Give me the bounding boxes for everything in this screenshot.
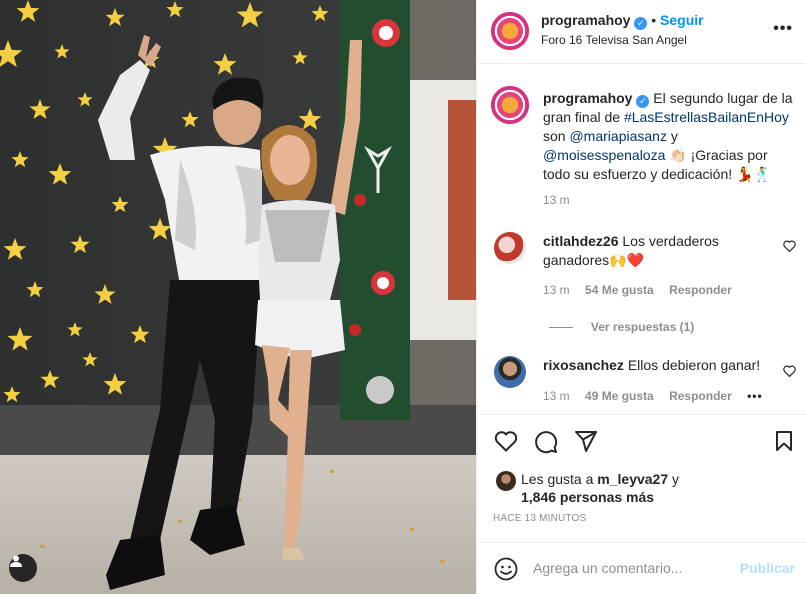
caption-text: y (670, 128, 678, 144)
view-replies-label: Ver respuestas (1) (590, 320, 695, 334)
header-user-row: programahoy ✓ • Seguir (541, 12, 704, 30)
bookmark-icon[interactable] (775, 430, 793, 452)
like-heart-icon[interactable] (494, 430, 518, 452)
comment-likes[interactable]: 54 Me gusta (585, 283, 654, 297)
post-time-ago[interactable]: HACE 13 MINUTOS (493, 513, 586, 524)
publish-button[interactable]: Publicar (740, 560, 795, 576)
comment-meta: 13 m 54 Me gusta Responder (543, 283, 732, 297)
comment-time[interactable]: 13 m (543, 389, 570, 403)
view-replies-button[interactable]: Ver respuestas (1) (549, 318, 694, 334)
dancers-photo (0, 0, 476, 594)
follow-button[interactable]: Seguir (660, 12, 704, 28)
avatar[interactable] (491, 12, 529, 50)
comment-input[interactable] (533, 560, 723, 576)
caption-username[interactable]: programahoy (543, 90, 632, 106)
liker-avatar[interactable] (496, 471, 516, 491)
caption-text: son (543, 128, 566, 144)
comment-avatar[interactable] (494, 356, 526, 388)
replies-divider (549, 326, 573, 328)
caption: programahoy ✓ El segundo lugar de la gra… (543, 89, 797, 184)
likes-count[interactable]: 1,846 personas más (521, 489, 654, 505)
liker-username[interactable]: m_leyva27 (597, 471, 668, 487)
comment-likes[interactable]: 49 Me gusta (585, 389, 654, 403)
emoji-icon[interactable] (494, 557, 518, 581)
comment-text: Ellos debieron ganar! (627, 357, 761, 373)
post-header: programahoy ✓ • Seguir Foro 16 Televisa … (477, 0, 806, 64)
comment-options-icon[interactable]: ••• (747, 389, 763, 403)
reply-button[interactable]: Responder (669, 389, 732, 403)
likes-prefix: Les gusta a (521, 471, 594, 487)
post-photo[interactable] (0, 0, 476, 594)
comment-avatar[interactable] (494, 232, 526, 264)
likes-summary: Les gusta a m_leyva27 y 1,846 personas m… (521, 470, 806, 506)
heart-outline-icon[interactable] (783, 365, 796, 377)
comment-meta: 13 m 49 Me gusta Responder ••• (543, 389, 763, 403)
add-comment-form: Publicar (477, 542, 806, 594)
comment-bubble-icon[interactable] (534, 430, 558, 454)
more-options-icon[interactable]: ••• (773, 20, 793, 38)
verified-badge-icon: ✓ (636, 95, 650, 108)
comment-time[interactable]: 13 m (543, 283, 570, 297)
location-link[interactable]: Foro 16 Televisa San Angel (541, 33, 687, 47)
caption-time[interactable]: 13 m (543, 193, 570, 207)
action-bar (477, 414, 806, 468)
comment-username[interactable]: rixosanchez (543, 357, 624, 373)
post-details-panel: programahoy ✓ • Seguir Foro 16 Televisa … (476, 0, 806, 594)
comment: rixosanchez Ellos debieron ganar! (543, 356, 783, 375)
header-username[interactable]: programahoy (541, 12, 630, 28)
user-icon (10, 555, 22, 567)
comment: citlahdez26 Los verdaderos ganadores🙌❤️ (543, 232, 783, 270)
tagged-users-button[interactable] (9, 554, 37, 582)
heart-outline-icon[interactable] (783, 240, 796, 252)
share-send-icon[interactable] (574, 430, 598, 452)
mention-link[interactable]: @moisesspenaloza (543, 147, 665, 163)
likes-conjunction: y (672, 471, 680, 487)
hashtag-link[interactable]: #LasEstrellasBailanEnHoy (624, 109, 789, 125)
mention-link[interactable]: @mariapiasanz (569, 128, 666, 144)
comment-username[interactable]: citlahdez26 (543, 233, 618, 249)
caption-avatar[interactable] (491, 86, 529, 124)
reply-button[interactable]: Responder (669, 283, 732, 297)
verified-badge-icon: ✓ (634, 17, 648, 30)
